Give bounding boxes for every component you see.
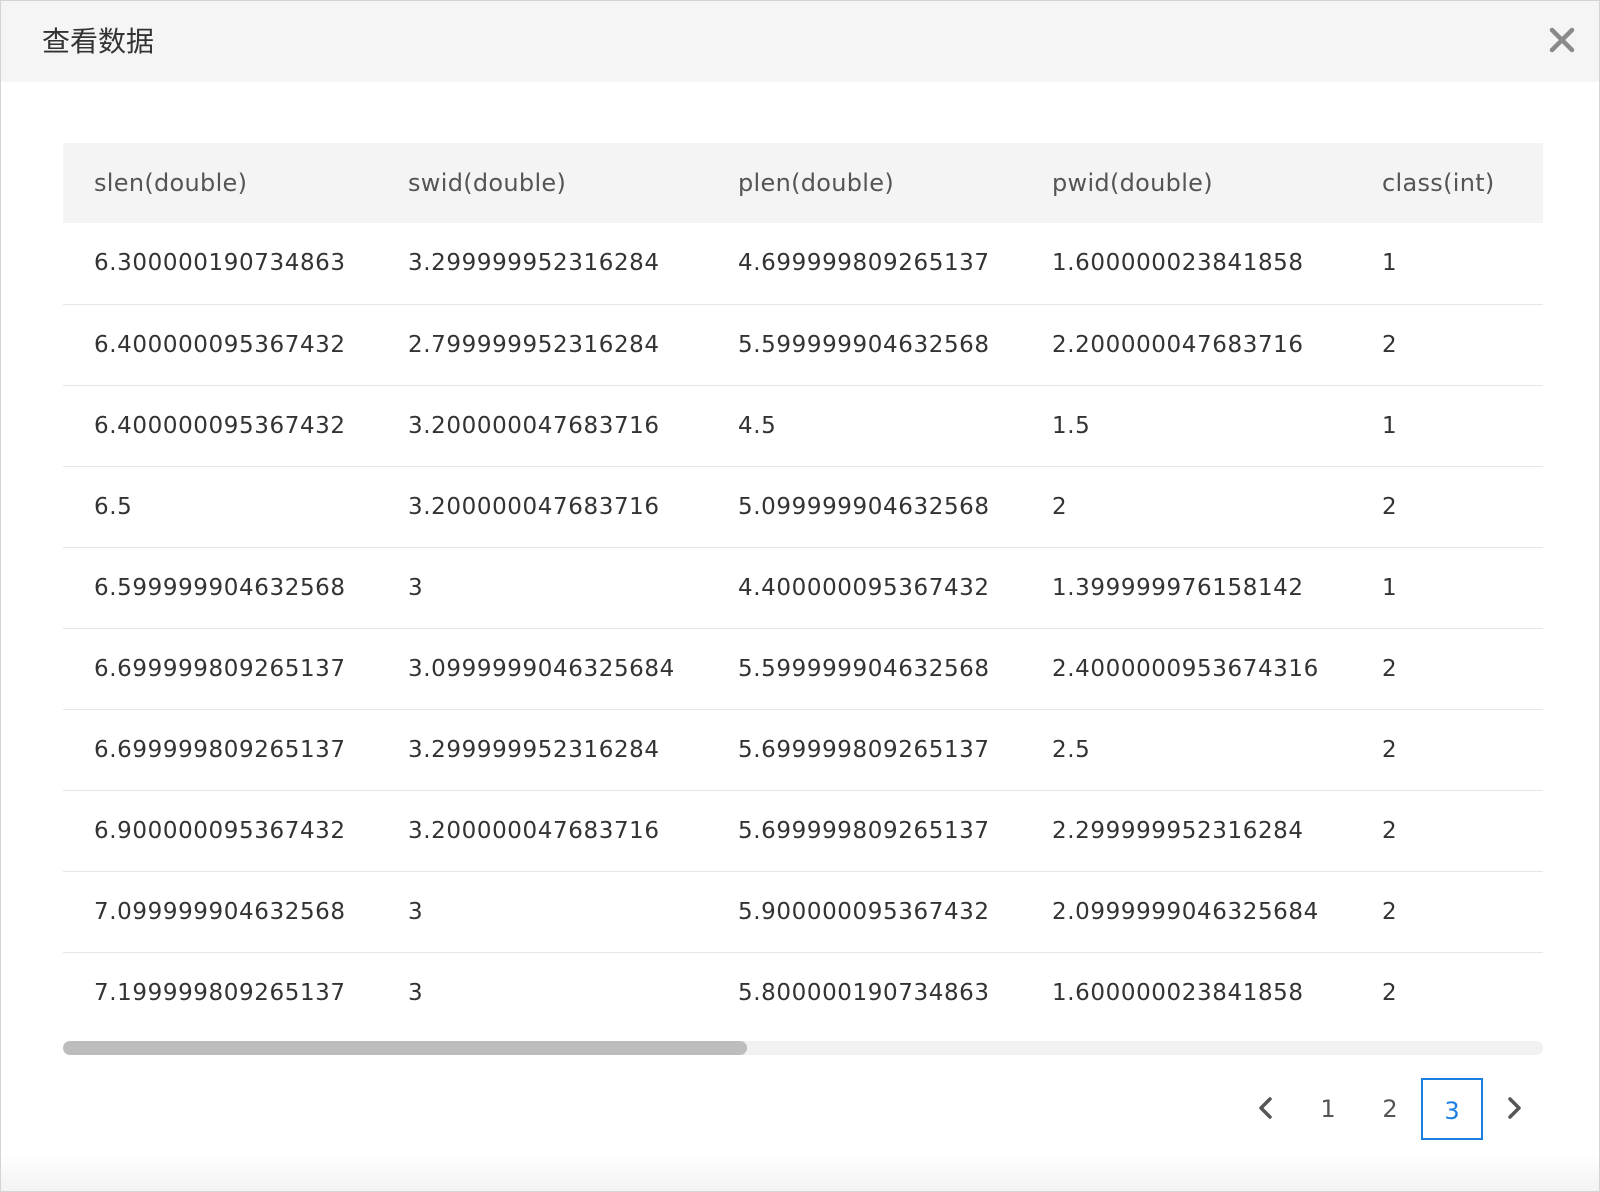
- table-row: 6.5 3.200000047683716 5.099999904632568 …: [63, 466, 1543, 548]
- table-cell: 2: [1351, 304, 1543, 386]
- column-header-class: class(int): [1351, 143, 1543, 223]
- table-cell: 7.099999904632568: [63, 871, 377, 953]
- table-cell: 2: [1021, 466, 1351, 548]
- table-cell: 2: [1351, 709, 1543, 791]
- table-row: 6.300000190734863 3.299999952316284 4.69…: [63, 223, 1543, 305]
- next-page-button[interactable]: [1483, 1078, 1545, 1140]
- table-cell: 4.400000095367432: [707, 547, 1021, 629]
- close-button[interactable]: [1545, 23, 1579, 57]
- column-header-slen: slen(double): [63, 143, 377, 223]
- table-cell: 1: [1351, 547, 1543, 629]
- page-button-1[interactable]: 1: [1297, 1078, 1359, 1140]
- table-row: 7.099999904632568 3 5.900000095367432 2.…: [63, 871, 1543, 953]
- column-header-swid: swid(double): [377, 143, 707, 223]
- table-cell: 2: [1351, 871, 1543, 953]
- table-cell: 6.900000095367432: [63, 790, 377, 872]
- table-cell: 5.699999809265137: [707, 709, 1021, 791]
- dialog-title: 查看数据: [42, 25, 155, 58]
- table-cell: 6.400000095367432: [63, 385, 377, 467]
- horizontal-scrollbar[interactable]: [63, 1041, 1543, 1055]
- view-data-dialog: 查看数据 slen(double) swid(double) plen(doub…: [0, 0, 1600, 1192]
- table-cell: 2.799999952316284: [377, 304, 707, 386]
- table-row: 6.599999904632568 3 4.400000095367432 1.…: [63, 547, 1543, 629]
- column-header-plen: plen(double): [707, 143, 1021, 223]
- table-cell: 3: [377, 547, 707, 629]
- table-cell: 2: [1382, 979, 1398, 1006]
- table-cell: 1.5: [1021, 385, 1351, 467]
- dialog-footer: [1, 1153, 1599, 1191]
- table-cell: 3.200000047683716: [377, 385, 707, 467]
- table-header-row: slen(double) swid(double) plen(double) p…: [63, 143, 1543, 223]
- table-cell: 2.4000000953674316: [1021, 628, 1351, 710]
- table-cell: 3.299999952316284: [377, 709, 707, 791]
- table-cell: 4.5: [707, 385, 1021, 467]
- table-cell: 3.200000047683716: [377, 466, 707, 548]
- page-button-2[interactable]: 2: [1359, 1078, 1421, 1140]
- close-icon: [1549, 27, 1575, 53]
- table-row: 6.699999809265137 3.0999999046325684 5.5…: [63, 628, 1543, 710]
- table-cell: 5.599999904632568: [707, 304, 1021, 386]
- table-cell: 2.5: [1021, 709, 1351, 791]
- table-cell: 1.600000023841858: [1052, 979, 1304, 1006]
- table-cell: 5.599999904632568: [707, 628, 1021, 710]
- table-cell: 1.399999976158142: [1021, 547, 1351, 629]
- data-table-container: slen(double) swid(double) plen(double) p…: [63, 143, 1543, 1057]
- table-cell: 6.5: [63, 466, 377, 548]
- table-cell: 5.699999809265137: [707, 790, 1021, 872]
- table-row: 6.699999809265137 3.299999952316284 5.69…: [63, 709, 1543, 791]
- table-cell: 2: [1351, 790, 1543, 872]
- table-cell: 4.699999809265137: [707, 223, 1021, 305]
- table-cell: 1.600000023841858: [1021, 223, 1351, 305]
- table-cell: 6.599999904632568: [63, 547, 377, 629]
- table-cell: 6.400000095367432: [63, 304, 377, 386]
- table-cell: 6.699999809265137: [63, 709, 377, 791]
- table-row: 6.400000095367432 3.200000047683716 4.5 …: [63, 385, 1543, 467]
- previous-page-button[interactable]: [1235, 1078, 1297, 1140]
- scrollbar-thumb[interactable]: [63, 1041, 747, 1055]
- table-row: 7.199999809265137 3 5.800000190734863 1.…: [63, 952, 1543, 1033]
- table-cell: 3.299999952316284: [377, 223, 707, 305]
- table-cell: 3: [408, 979, 424, 1006]
- table-cell: 1: [1351, 385, 1543, 467]
- table-cell: 5.099999904632568: [707, 466, 1021, 548]
- table-cell: 3.0999999046325684: [377, 628, 707, 710]
- chevron-left-icon: [1259, 1097, 1272, 1119]
- dialog-header: 查看数据: [1, 1, 1599, 82]
- table-cell: 3: [377, 871, 707, 953]
- table-cell: 7.199999809265137: [94, 979, 346, 1006]
- data-table: slen(double) swid(double) plen(double) p…: [63, 143, 1543, 1033]
- table-cell: 2.200000047683716: [1021, 304, 1351, 386]
- table-row: 6.400000095367432 2.799999952316284 5.59…: [63, 304, 1543, 386]
- table-cell: 6.300000190734863: [63, 223, 377, 305]
- column-header-pwid: pwid(double): [1021, 143, 1351, 223]
- table-cell: 2: [1351, 466, 1543, 548]
- chevron-right-icon: [1508, 1097, 1521, 1119]
- table-cell: 2.299999952316284: [1021, 790, 1351, 872]
- table-cell: 6.699999809265137: [63, 628, 377, 710]
- table-cell: 2: [1351, 628, 1543, 710]
- table-cell: 5.800000190734863: [738, 979, 990, 1006]
- table-cell: 3.200000047683716: [377, 790, 707, 872]
- table-cell: 2.0999999046325684: [1021, 871, 1351, 953]
- table-cell: 5.900000095367432: [707, 871, 1021, 953]
- page-button-3-current[interactable]: 3: [1421, 1078, 1483, 1140]
- table-cell: 1: [1351, 223, 1543, 305]
- table-row: 6.900000095367432 3.200000047683716 5.69…: [63, 790, 1543, 872]
